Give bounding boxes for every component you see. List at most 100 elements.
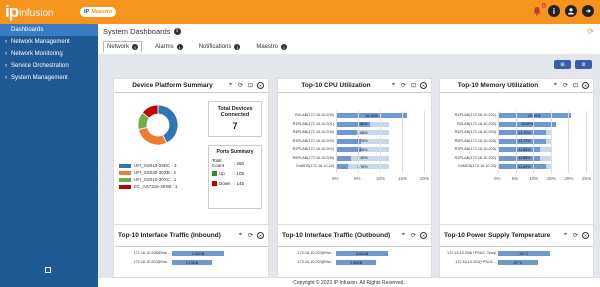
info-icon[interactable]: i — [173, 27, 181, 35]
x-tick-label: 5% — [354, 175, 361, 181]
outbound-traffic-card: Top-10 Interface Traffic (Outbound) ⌖ ⟳ … — [277, 224, 432, 278]
logout-icon[interactable] — [582, 5, 594, 17]
info-icon: i — [281, 44, 288, 50]
bar-category-label: OnMDS(172.16.10.24) — [457, 164, 496, 168]
sidebar-item-network-management[interactable]: › Network Management — [0, 36, 98, 48]
ports-up-row: Up : 105 — [212, 168, 258, 178]
settings-button[interactable]: ⚙ — [575, 60, 592, 69]
refresh-icon[interactable]: ⟳ — [247, 232, 254, 239]
sidebar-collapse-icon[interactable] — [45, 267, 51, 273]
tab-label: Maestro — [256, 44, 279, 50]
refresh-icon[interactable]: ⟳ — [410, 232, 417, 239]
bell-icon[interactable]: 1 — [531, 3, 546, 17]
tab-label: Network — [107, 44, 130, 50]
sidebar-item-label: Network Management — [11, 39, 70, 45]
tab-alarms[interactable]: Alarms i — [152, 44, 186, 52]
refresh-icon[interactable]: ⟳ — [400, 82, 407, 89]
donut-slice[interactable] — [138, 126, 168, 146]
x-tick-label: 10% — [529, 175, 539, 181]
x-tick-label: 15% — [546, 175, 556, 181]
card-header: Device Platform Summary ⌖ ⟳ ⊡ ✕ — [114, 79, 268, 93]
bar-category-label: R5PLAB(172.16.10.205) — [454, 138, 496, 143]
grid-line — [586, 111, 587, 173]
pin-icon[interactable]: ⌖ — [237, 232, 244, 239]
tab-bar: Network i Alarms i Notifications i Maest… — [103, 41, 290, 52]
card-actions: ⌖ ⟳ ⊡ ✕ — [390, 82, 427, 89]
bar-value-label: 13.72% — [518, 139, 531, 143]
legend-label: EC_AS7315-30XB : 1 — [134, 184, 178, 189]
sidebar-item-system-management[interactable]: › System Management — [0, 72, 98, 84]
expand-icon[interactable]: ⊡ — [572, 82, 579, 89]
card-title: Device Platform Summary — [132, 82, 213, 89]
bar-category-label: R2PLAB(172.16.10.202) — [292, 147, 334, 151]
bar-value-label: 11.85% — [518, 156, 531, 160]
close-icon[interactable]: ✕ — [257, 82, 264, 89]
x-tick-label: 5% — [511, 175, 519, 181]
card-actions: ⌖ ⟳ ⊡ ✕ — [227, 82, 264, 89]
ipinfusion-logo[interactable]: ip infusion — [5, 2, 54, 21]
pin-icon[interactable]: ⌖ — [390, 82, 397, 89]
add-widget-button[interactable]: ⊞ — [554, 60, 571, 69]
bar-category-label: 172.16.10.203(Ethe... — [297, 251, 334, 255]
refresh-icon[interactable]: ⟳ — [572, 232, 579, 239]
grid-line — [515, 111, 517, 173]
legend-label: UFI_SS010-28DC : 3 — [134, 163, 177, 168]
product-badge-name: Maestro — [91, 9, 113, 15]
pin-icon[interactable]: ⌖ — [227, 82, 234, 89]
info-icon: i — [132, 44, 139, 50]
tab-network[interactable]: Network i — [103, 41, 143, 52]
close-icon[interactable]: ✕ — [420, 232, 427, 239]
tab-notifications[interactable]: Notifications i — [196, 44, 244, 52]
x-tick-label: 25% — [582, 175, 592, 181]
page-header: System Dashboards i — [98, 24, 600, 38]
close-icon[interactable]: ✕ — [257, 232, 264, 239]
x-tick-label: 15% — [398, 175, 408, 181]
ports-total-label: Total Count — [212, 158, 225, 168]
bar-category-label: 172.16.10.208(Ethe... — [133, 251, 170, 255]
tab-maestro[interactable]: Maestro i — [253, 44, 290, 52]
expand-icon[interactable]: ⊡ — [247, 82, 254, 89]
legend-label: UFI_SS030-30XB : 2 — [134, 170, 177, 175]
grid-line — [336, 111, 337, 173]
refresh-icon[interactable]: ⟳ — [562, 82, 569, 89]
legend-swatch — [119, 177, 131, 182]
refresh-icon[interactable]: ⟳ — [237, 82, 244, 89]
pin-icon[interactable]: ⌖ — [562, 232, 569, 239]
header-actions: 1 i — [531, 3, 594, 17]
close-icon[interactable]: ✕ — [582, 232, 589, 239]
refresh-icon[interactable]: ⟳ — [587, 27, 594, 36]
ports-down-label: Down — [219, 180, 231, 186]
sidebar-item-service-orchestration[interactable]: › Service Orchestration — [0, 60, 98, 72]
total-devices-box: Total Devices Connected 7 — [208, 101, 262, 137]
copyright-text: Copyright © 2023 IP Infusion. All Rights… — [293, 279, 405, 286]
bar-value-label: 29 °C — [519, 251, 529, 256]
bar-value-label: 16.60% — [521, 122, 534, 126]
sidebar-item-label: Dashboards — [11, 27, 44, 33]
bar-category-label: OnMDS(172.16.10.24) — [295, 164, 334, 168]
sidebar-item-network-monitoring[interactable]: › Network Monitoring — [0, 48, 98, 60]
main-area: System Dashboards i ⟳ Network i Alarms i… — [98, 24, 600, 287]
close-icon[interactable]: ✕ — [582, 82, 589, 89]
grid-line — [380, 111, 381, 173]
grid-line — [568, 111, 570, 173]
grid-line — [358, 111, 359, 173]
expand-icon[interactable]: ⊡ — [410, 82, 417, 89]
pin-icon[interactable]: ⌖ — [400, 232, 407, 239]
sidebar-item-dashboards[interactable]: Dashboards — [0, 24, 98, 36]
card-actions: ⌖ ⟳ ✕ — [237, 232, 264, 239]
bar-category-label: 172.16.10.201(+PSU1... — [455, 260, 496, 264]
cpu-utilization-card: Top-10 CPU Utilization ⌖ ⟳ ⊡ ✕ R0LAB(172… — [277, 78, 432, 242]
bar-category-label: 172.16.10.205(+PSU2, Temp — [446, 251, 496, 255]
card-actions: ⌖ ⟳ ⊡ ✕ — [552, 82, 589, 89]
ports-down-row: Down : 145 — [212, 178, 258, 188]
product-badge-ip: IP — [84, 9, 90, 15]
pin-icon[interactable]: ⌖ — [552, 82, 559, 89]
close-icon[interactable]: ✕ — [420, 82, 427, 89]
info-icon[interactable]: i — [548, 5, 560, 17]
bar-category-label: R3PLAB(172.16.10.203) — [292, 138, 334, 143]
user-icon[interactable] — [565, 5, 577, 17]
x-tick-label: 0% — [494, 175, 501, 181]
bar-category-label: R1PLAB(172.16.10.201) — [292, 121, 334, 126]
down-swatch — [212, 180, 217, 186]
bar-category-label: R1PLAB(172.16.10.201) — [454, 113, 496, 117]
